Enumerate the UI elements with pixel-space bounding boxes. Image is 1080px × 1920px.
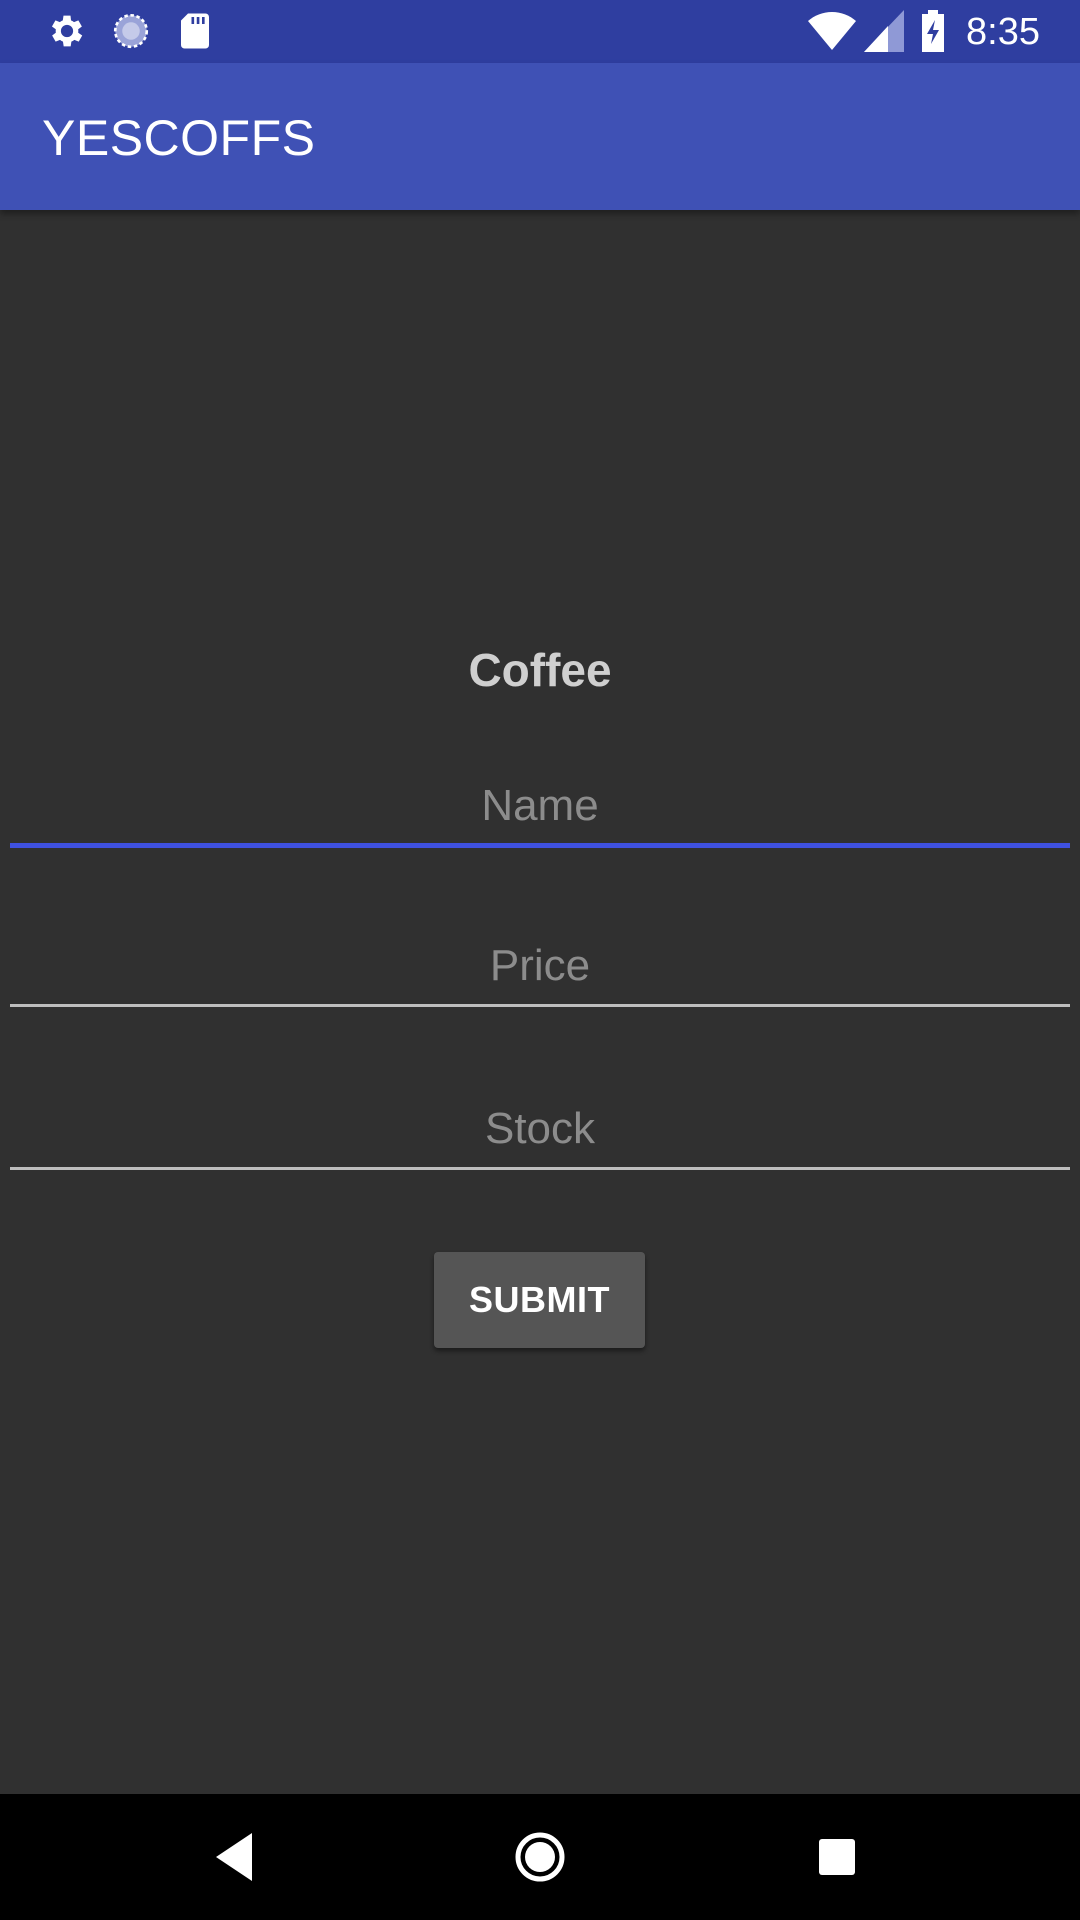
back-icon[interactable]: [200, 1817, 280, 1897]
sync-icon: [110, 10, 152, 52]
status-bar: 8:35: [0, 0, 1080, 63]
signal-icon: [864, 10, 904, 52]
recents-icon[interactable]: [797, 1817, 877, 1897]
wifi-icon: [808, 10, 856, 52]
app-title: YESCOFFS: [42, 110, 316, 166]
name-input[interactable]: [10, 768, 1070, 848]
status-time: 8:35: [966, 11, 1040, 53]
form-heading: Coffee: [468, 644, 612, 696]
battery-charging-icon: [920, 10, 946, 52]
navigation-bar: [0, 1794, 1080, 1920]
submit-button[interactable]: SUBMIT: [434, 1252, 645, 1348]
price-input[interactable]: [10, 927, 1070, 1007]
home-icon[interactable]: [500, 1817, 580, 1897]
app-bar: YESCOFFS: [0, 63, 1080, 210]
settings-icon: [46, 10, 88, 52]
app-screen: 8:35 YESCOFFS Coffee SUBMIT: [0, 0, 1080, 1920]
sd-card-icon: [174, 10, 216, 52]
stock-input[interactable]: [10, 1090, 1070, 1170]
